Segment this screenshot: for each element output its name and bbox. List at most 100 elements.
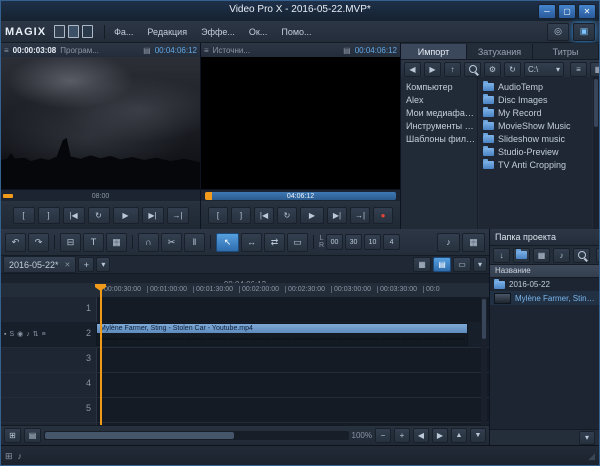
nav-forward-button[interactable]: ▶ bbox=[424, 61, 441, 77]
track-zoom-down-button[interactable]: ▼ bbox=[470, 428, 486, 443]
monitor-menu-icon[interactable]: ≡ bbox=[204, 46, 209, 55]
effects-button[interactable]: ▦ bbox=[106, 232, 127, 252]
tab-import[interactable]: Импорт bbox=[401, 43, 467, 59]
project-options-dropdown[interactable]: ▾ bbox=[596, 247, 599, 263]
audio-status-icon[interactable]: ♪ bbox=[18, 451, 23, 461]
horizontal-scrollbar[interactable] bbox=[44, 431, 349, 440]
snap-spinner-4[interactable]: 4 bbox=[383, 234, 401, 250]
track-row-2[interactable]: ▪ S ◉ ♪ ⇅ ≡ 2 Mylène Farmer, Sting - Sto… bbox=[1, 322, 489, 348]
folder-item[interactable]: My Record bbox=[483, 106, 592, 119]
nav-up-button[interactable]: ↑ bbox=[444, 61, 461, 77]
tree-item-templates[interactable]: Шаблоны фильмов bbox=[406, 133, 477, 146]
folder-item[interactable]: TV Anti Cropping bbox=[483, 158, 592, 171]
scroll-right-button[interactable]: ▶ bbox=[432, 428, 448, 443]
mouse-mode-object-button[interactable]: ▭ bbox=[287, 232, 308, 252]
range-out-button[interactable]: ] bbox=[231, 206, 251, 224]
tree-item-media[interactable]: Мои медиафайлы bbox=[406, 107, 477, 120]
folder-item[interactable]: MovieShow Music bbox=[483, 119, 592, 132]
tab-fades[interactable]: Затухания bbox=[467, 43, 533, 59]
audio-filter-icon[interactable]: ♪ bbox=[553, 247, 570, 263]
snap-spinner-2[interactable]: 30 bbox=[345, 234, 363, 250]
track-menu-icon[interactable]: ≡ bbox=[42, 331, 46, 338]
solo-icon[interactable]: S bbox=[9, 331, 14, 338]
new-project-icon[interactable] bbox=[54, 25, 66, 38]
burn-disc-button[interactable]: ◎ bbox=[547, 22, 569, 41]
range-in-button[interactable]: [ bbox=[208, 206, 228, 224]
view-mode-storyboard-icon[interactable]: ▤ bbox=[433, 257, 451, 272]
visibility-icon[interactable]: ◉ bbox=[17, 330, 23, 338]
new-folder-button[interactable] bbox=[513, 247, 530, 263]
resize-grip-icon[interactable]: ◢ bbox=[588, 451, 595, 462]
scrollbar-thumb[interactable] bbox=[45, 432, 234, 439]
refresh-icon[interactable]: ↻ bbox=[504, 61, 521, 77]
track-height-icon[interactable]: ⇅ bbox=[33, 330, 39, 338]
name-column-header[interactable]: Название bbox=[490, 265, 599, 278]
tab-list-dropdown[interactable]: ▾ bbox=[96, 257, 111, 272]
view-mode-multicam-icon[interactable]: ▭ bbox=[453, 257, 471, 272]
menu-effects[interactable]: Эффе... bbox=[201, 27, 235, 37]
playhead-line[interactable] bbox=[100, 289, 102, 425]
scroll-left-button[interactable]: ◀ bbox=[413, 428, 429, 443]
mouse-mode-swap-button[interactable]: ⇄ bbox=[264, 232, 285, 252]
project-item-row-selected[interactable]: Mylène Farmer, Sting - S... bbox=[490, 291, 599, 305]
menu-help[interactable]: Помо... bbox=[281, 27, 311, 37]
play-button[interactable]: ▶ bbox=[112, 206, 139, 224]
options-gear-icon[interactable]: ⚙ bbox=[484, 61, 501, 77]
path-dropdown[interactable]: C:\ ▾ bbox=[524, 61, 564, 77]
grid-view-button[interactable]: ▦ bbox=[462, 232, 485, 252]
loop-button[interactable]: ↻ bbox=[277, 206, 297, 224]
snap-magnet-button[interactable]: ∩ bbox=[138, 232, 159, 252]
cut-scissors-button[interactable]: ✂ bbox=[161, 232, 182, 252]
range-out-button[interactable]: ] bbox=[37, 206, 60, 224]
jump-end-button[interactable]: ▶| bbox=[141, 206, 164, 224]
track-row-5[interactable]: 5 bbox=[1, 397, 489, 423]
source-video-preview[interactable] bbox=[201, 57, 400, 189]
project-tab[interactable]: 2016-05-22* ✕ bbox=[3, 256, 77, 273]
minimize-button[interactable]: ─ bbox=[538, 4, 556, 19]
undo-button[interactable]: ↶ bbox=[5, 232, 26, 252]
timeline-menu-icon[interactable]: ⊞ bbox=[4, 428, 21, 443]
source-playhead-marker[interactable] bbox=[205, 192, 212, 200]
close-button[interactable]: ✕ bbox=[578, 4, 596, 19]
video-clip[interactable]: Mylène Farmer, Sting - Stolen Car - Yout… bbox=[96, 323, 468, 346]
source-range-bar[interactable]: 04:06:12 bbox=[205, 192, 396, 200]
delete-button[interactable]: ⊟ bbox=[60, 232, 81, 252]
track-row-1[interactable]: 1 bbox=[1, 297, 489, 323]
list-view-icon[interactable]: ≡ bbox=[570, 61, 587, 77]
folder-item[interactable]: Slideshow music bbox=[483, 132, 592, 145]
snap-spinner-3[interactable]: 10 bbox=[364, 234, 382, 250]
mute-icon[interactable]: ♪ bbox=[26, 331, 30, 338]
jump-start-button[interactable]: |◀ bbox=[62, 206, 85, 224]
timeline-ruler[interactable]: 00:00:30:00 00:01:00:00 00:01:30:00 00:0… bbox=[1, 283, 489, 298]
menu-window[interactable]: Ок... bbox=[249, 27, 267, 37]
panel-expand-dropdown[interactable]: ▾ bbox=[579, 430, 595, 445]
tile-view-icon[interactable]: ▦ bbox=[590, 61, 599, 77]
tree-item-computer[interactable]: Компьютер bbox=[406, 81, 477, 94]
audio-mixer-button[interactable]: ♪ bbox=[437, 232, 460, 252]
track-options-icon[interactable]: ▤ bbox=[24, 428, 41, 443]
tab-close-icon[interactable]: ✕ bbox=[65, 261, 71, 269]
save-project-icon[interactable] bbox=[82, 25, 94, 38]
snap-spinner-1[interactable]: 00 bbox=[326, 234, 344, 250]
monitor-grid-icon[interactable]: ▤ bbox=[343, 46, 351, 55]
mouse-mode-range-button[interactable]: ↔ bbox=[241, 232, 262, 252]
monitor-grid-icon[interactable]: ▤ bbox=[143, 46, 151, 55]
maximize-button[interactable]: ▢ bbox=[558, 4, 576, 19]
tree-item-user[interactable]: Alex bbox=[406, 94, 477, 107]
play-button[interactable]: ▶ bbox=[300, 206, 324, 224]
step-forward-button[interactable]: →| bbox=[350, 206, 370, 224]
program-ruler-marker[interactable] bbox=[3, 194, 13, 198]
lock-icon[interactable]: ▪ bbox=[4, 331, 6, 338]
folder-item[interactable]: Studio-Preview bbox=[483, 145, 592, 158]
film-filter-icon[interactable]: ▦ bbox=[533, 247, 550, 263]
tab-titles[interactable]: Титры bbox=[533, 43, 599, 59]
menu-edit[interactable]: Редакция bbox=[147, 27, 187, 37]
add-tab-button[interactable]: + bbox=[78, 257, 95, 272]
import-scrollbar[interactable] bbox=[593, 77, 599, 229]
open-project-icon[interactable] bbox=[68, 25, 80, 38]
folder-item[interactable]: AudioTemp bbox=[483, 80, 592, 93]
search-icon[interactable] bbox=[573, 247, 590, 263]
step-forward-button[interactable]: →| bbox=[166, 206, 189, 224]
zoom-in-button[interactable]: + bbox=[394, 428, 410, 443]
layout-toggle-icon[interactable]: ⊞ bbox=[5, 451, 13, 462]
